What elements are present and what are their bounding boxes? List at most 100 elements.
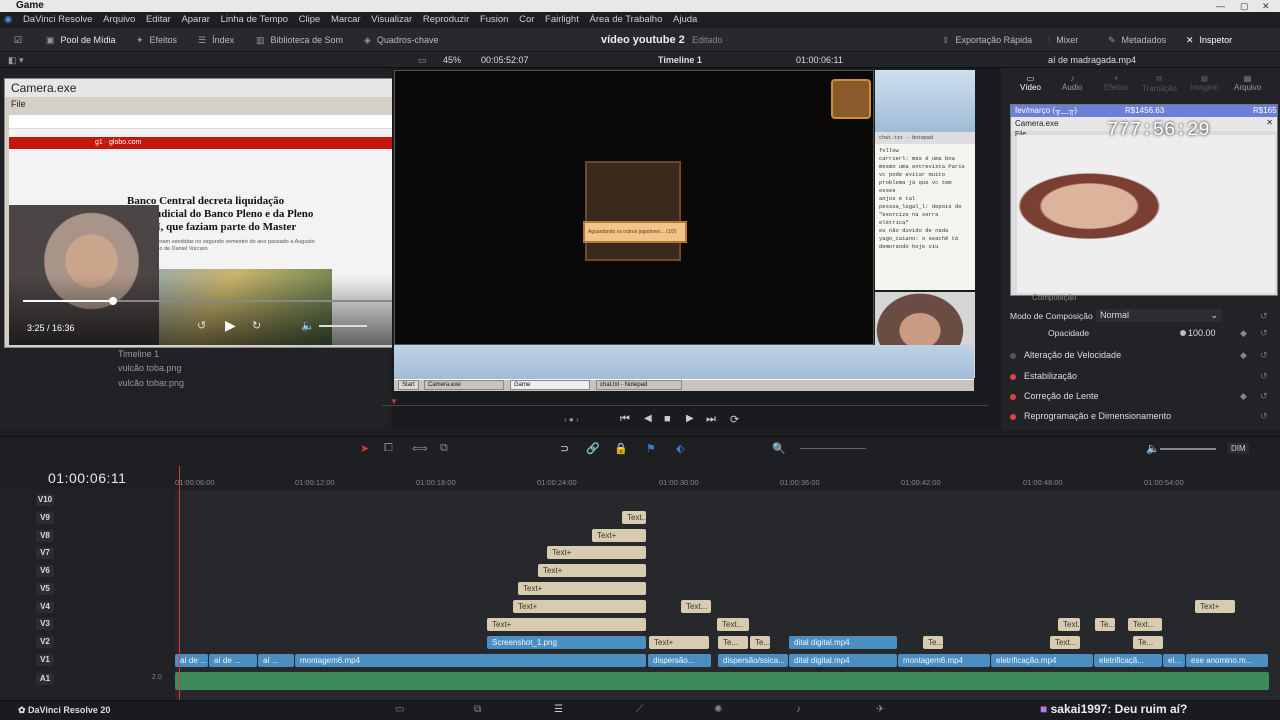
zoom-icon[interactable]: 🔍 (772, 442, 786, 455)
opacity-value[interactable]: 100.00 (1188, 328, 1216, 338)
timeline-timecode[interactable]: 01:00:06:11 (48, 470, 126, 486)
timeline-name[interactable]: Timeline 1 (658, 52, 702, 68)
jog-icon[interactable]: ‹ ● › (564, 415, 579, 424)
metadata-button[interactable]: ✎ Metadados (1108, 28, 1166, 52)
resolve-logo-icon[interactable]: ◉ (4, 12, 12, 28)
text-clip[interactable]: Text+ (649, 636, 709, 649)
text-clip[interactable]: Text+ (538, 564, 646, 577)
track-label-v5[interactable]: V5 (36, 583, 54, 595)
menu-davinci[interactable]: DaVinci Resolve (23, 12, 93, 28)
text-clip[interactable]: Te... (1133, 636, 1163, 649)
effects-button[interactable]: ✦ Efeitos (136, 28, 177, 52)
video-progress[interactable] (23, 300, 113, 302)
reset-icon[interactable]: ↺ (1260, 371, 1268, 382)
reset-icon[interactable]: ↺ (1260, 391, 1268, 402)
index-button[interactable]: ☰ Índex (198, 28, 234, 52)
image-clip[interactable]: Screenshot_1.png (487, 636, 646, 649)
start-button[interactable]: Start (398, 380, 419, 390)
panel-toggle-icon[interactable]: ☑ (14, 28, 22, 52)
composite-mode-select[interactable]: Normal ⌄ (1096, 309, 1222, 322)
text-clip[interactable]: Text+ (592, 529, 646, 542)
track-label-v3[interactable]: V3 (36, 618, 54, 630)
track-label-a1[interactable]: A1 (36, 673, 54, 685)
text-clip[interactable]: Text+ (513, 600, 646, 613)
track-label-v4[interactable]: V4 (36, 601, 54, 613)
scrub-bar[interactable] (382, 405, 988, 406)
text-clip[interactable]: Te... (718, 636, 748, 649)
track-label-v6[interactable]: V6 (36, 565, 54, 577)
linked-selection-icon[interactable]: 🔗 (586, 442, 600, 455)
section-retime-scaling[interactable]: Reprogramação e Dimensionamento ↺ (1010, 411, 1275, 421)
sound-library-button[interactable]: ▥ Biblioteca de Som (256, 28, 343, 52)
scrub-playhead[interactable]: ▼ (390, 397, 398, 406)
section-stabilization[interactable]: Estabilização ↺ (1010, 371, 1275, 381)
media-page-icon[interactable]: ▭ (395, 704, 404, 715)
loop-icon[interactable]: ⟳ (730, 413, 739, 426)
opacity-slider-handle[interactable] (1180, 330, 1186, 336)
volume-icon[interactable]: 🔈 (301, 319, 315, 332)
menu-arquivo[interactable]: Arquivo (103, 12, 135, 28)
text-clip[interactable]: Text... (1058, 618, 1080, 631)
section-toggle-icon[interactable] (1010, 393, 1016, 400)
timeline-playhead[interactable] (179, 466, 180, 700)
reset-icon[interactable]: ↺ (1260, 350, 1268, 361)
video-clip[interactable]: dital digital.mp4 (789, 636, 897, 649)
menu-linha-de-tempo[interactable]: Linha de Tempo (221, 12, 288, 28)
video-clip[interactable]: dital digital.mp4 (789, 654, 897, 667)
text-clip[interactable]: Text+ (1195, 600, 1235, 613)
deliver-page-icon[interactable]: ✈ (876, 704, 884, 715)
text-clip[interactable]: Text... (681, 600, 711, 613)
play-reverse-icon[interactable]: ◀ (644, 413, 652, 424)
menu-reproduzir[interactable]: Reproduzir (423, 12, 469, 28)
fusion-page-icon[interactable]: ⟋ (636, 704, 643, 715)
keyframe-icon[interactable]: ◆ (1240, 328, 1247, 339)
tab-audio[interactable]: ♪ Áudio (1062, 74, 1082, 92)
section-toggle-icon[interactable] (1010, 413, 1016, 420)
stop-icon[interactable]: ■ (664, 413, 671, 425)
go-to-start-icon[interactable]: ⏮ (620, 413, 630, 426)
video-clip[interactable]: montagem6.mp4 (295, 654, 646, 667)
section-toggle-icon[interactable] (1010, 352, 1016, 359)
keyframe-icon[interactable]: ◆ (1240, 391, 1247, 402)
track-label-v8[interactable]: V8 (36, 530, 54, 542)
audio-clip[interactable] (175, 672, 1269, 690)
viewer-mode-icon[interactable]: ▭ (418, 52, 427, 68)
media-item-vulcao-tobar[interactable]: vulcão tobar.png (118, 378, 184, 388)
maximize-icon[interactable]: ▢ (1240, 0, 1249, 12)
menu-editar[interactable]: Editar (146, 12, 171, 28)
selection-tool-icon[interactable]: ➤ (360, 442, 369, 455)
camera-window-1-file-menu[interactable]: File (11, 99, 26, 109)
camera-window-2-close-icon[interactable]: ✕ (1266, 118, 1273, 127)
text-clip[interactable]: Text+ (547, 546, 646, 559)
media-pool-button[interactable]: ▣ Pool de Mídia (46, 28, 116, 52)
text-clip[interactable]: Text+ (487, 618, 646, 631)
timeline-ruler[interactable]: 01:00:06:00 01:00:12:00 01:00:18:00 01:0… (175, 470, 1280, 490)
menu-fairlight[interactable]: Fairlight (545, 12, 579, 28)
cut-page-icon[interactable]: ⧉ (474, 704, 481, 715)
inspector-button[interactable]: ✕ Inspetor (1186, 28, 1232, 52)
tab-file[interactable]: ▤ Arquivo (1234, 74, 1261, 92)
track-label-v10[interactable]: V10 (36, 494, 54, 506)
rewind-icon[interactable]: ↺ (197, 319, 206, 332)
mute-icon[interactable]: 🔈 (1146, 442, 1160, 455)
volume-slider[interactable] (1160, 448, 1216, 450)
text-clip[interactable]: Text... (1128, 618, 1162, 631)
menu-ajuda[interactable]: Ajuda (673, 12, 697, 28)
text-clip[interactable]: Text+ (518, 582, 646, 595)
reset-icon[interactable]: ↺ (1260, 311, 1268, 322)
track-label-v7[interactable]: V7 (36, 547, 54, 559)
video-clip[interactable]: eletrificaçã... (1094, 654, 1162, 667)
text-clip[interactable]: Text... (1050, 636, 1080, 649)
video-clip[interactable]: aí ... (258, 654, 294, 667)
play-button-icon[interactable]: ▶ (686, 413, 694, 424)
section-toggle-icon[interactable] (1010, 373, 1016, 380)
menu-aparar[interactable]: Aparar (181, 12, 210, 28)
text-clip[interactable]: Te... (750, 636, 770, 649)
video-scrubber-handle[interactable] (109, 297, 117, 305)
media-item-timeline[interactable]: Timeline 1 (118, 349, 159, 359)
media-item-vulcao-toba[interactable]: vulcão toba.png (118, 363, 182, 373)
text-clip[interactable]: Text... (622, 511, 646, 524)
quick-export-button[interactable]: ⇪ Exportação Rápida (942, 28, 1032, 52)
menu-clipe[interactable]: Clipe (299, 12, 321, 28)
track-label-v2[interactable]: V2 (36, 636, 54, 648)
